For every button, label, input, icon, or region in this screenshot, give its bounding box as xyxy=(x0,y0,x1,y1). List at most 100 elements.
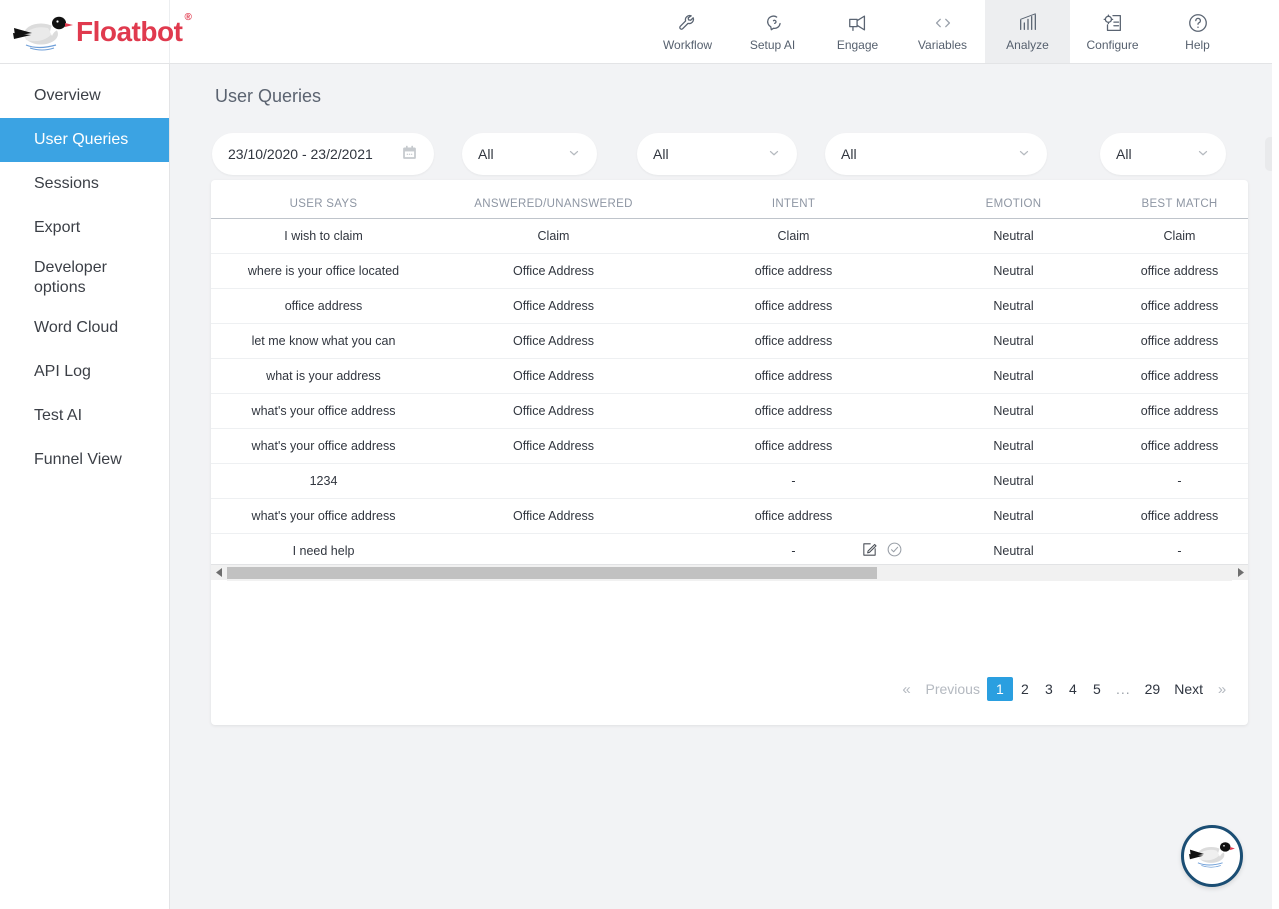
cell-emotion: Neutral xyxy=(916,254,1111,289)
chevron-down-icon[interactable] xyxy=(1196,146,1210,163)
table-row[interactable]: where is your office located Office Addr… xyxy=(211,254,1248,289)
page-scrollbar-gutter[interactable] xyxy=(1272,0,1279,909)
cell-best-match: Claim xyxy=(1111,219,1248,254)
question-circle-icon xyxy=(1187,12,1209,34)
sidebar-item-api-log[interactable]: API Log xyxy=(0,350,169,394)
topnav-label-engage: Engage xyxy=(837,39,878,51)
table-header-row: USER SAYS ANSWERED/UNANSWERED INTENT EMO… xyxy=(211,180,1248,219)
filter-select-1[interactable]: All xyxy=(462,133,597,175)
topnav-item-help[interactable]: Help xyxy=(1155,0,1240,63)
topnav-label-configure: Configure xyxy=(1086,39,1138,51)
user-queries-table: USER SAYS ANSWERED/UNANSWERED INTENT EMO… xyxy=(211,180,1248,569)
check-circle-icon[interactable] xyxy=(886,541,903,561)
column-header-intent[interactable]: INTENT xyxy=(671,180,916,219)
cell-user-says: office address xyxy=(211,289,436,324)
topnav-item-configure[interactable]: Configure xyxy=(1070,0,1155,63)
cell-emotion: Neutral xyxy=(916,499,1111,534)
pagination-prev-chevron[interactable]: « xyxy=(894,677,918,701)
cell-answered: Office Address xyxy=(436,394,671,429)
pagination-previous-button[interactable]: Previous xyxy=(918,677,986,701)
scroll-right-arrow-icon[interactable] xyxy=(1232,565,1248,581)
table-row[interactable]: what's your office address Office Addres… xyxy=(211,394,1248,429)
table-row[interactable]: what's your office address Office Addres… xyxy=(211,499,1248,534)
table-row[interactable]: 1234 - Neutral - xyxy=(211,464,1248,499)
pagination-page-4[interactable]: 4 xyxy=(1061,677,1085,701)
table-row[interactable]: what is your address Office Address offi… xyxy=(211,359,1248,394)
pagination-page-2[interactable]: 2 xyxy=(1013,677,1037,701)
table-header: USER SAYS ANSWERED/UNANSWERED INTENT EMO… xyxy=(211,180,1248,219)
cell-intent: office address xyxy=(671,499,916,534)
pagination-last-page[interactable]: 29 xyxy=(1138,677,1168,701)
chevron-down-icon[interactable] xyxy=(767,146,781,163)
topnav-label-analyze: Analyze xyxy=(1006,39,1049,51)
topnav-item-setup-ai[interactable]: Setup AI xyxy=(730,0,815,63)
cell-emotion: Neutral xyxy=(916,464,1111,499)
date-range-value: 23/10/2020 - 23/2/2021 xyxy=(228,146,373,162)
cell-answered: Office Address xyxy=(436,429,671,464)
filter-select-2[interactable]: All xyxy=(637,133,797,175)
topnav-item-variables[interactable]: Variables xyxy=(900,0,985,63)
table-row[interactable]: office address Office Address office add… xyxy=(211,289,1248,324)
brand-logo-area[interactable]: Floatbot ® xyxy=(0,0,170,63)
column-header-best-match[interactable]: BEST MATCH xyxy=(1111,180,1248,219)
column-header-emotion[interactable]: EMOTION xyxy=(916,180,1111,219)
topnav-item-workflow[interactable]: Workflow xyxy=(645,0,730,63)
table-row[interactable]: I wish to claim Claim Claim Neutral Clai… xyxy=(211,219,1248,254)
registered-mark: ® xyxy=(185,12,192,23)
sidebar-label-overview: Overview xyxy=(34,86,101,106)
table-body: I wish to claim Claim Claim Neutral Clai… xyxy=(211,219,1248,569)
cell-best-match: office address xyxy=(1111,359,1248,394)
cell-answered: Claim xyxy=(436,219,671,254)
filter-select-4[interactable]: All xyxy=(1100,133,1226,175)
sidebar-item-developer-options[interactable]: Developer options xyxy=(0,250,169,306)
cell-intent: office address xyxy=(671,359,916,394)
sidebar-item-sessions[interactable]: Sessions xyxy=(0,162,169,206)
cell-answered: Office Address xyxy=(436,324,671,359)
calendar-icon[interactable] xyxy=(401,144,418,164)
cell-best-match: office address xyxy=(1111,394,1248,429)
scroll-left-arrow-icon[interactable] xyxy=(211,565,227,581)
sidebar-item-export[interactable]: Export xyxy=(0,206,169,250)
column-header-answered[interactable]: ANSWERED/UNANSWERED xyxy=(436,180,671,219)
filter-select-3-value: All xyxy=(841,146,857,162)
cell-best-match: office address xyxy=(1111,254,1248,289)
table-row[interactable]: what's your office address Office Addres… xyxy=(211,429,1248,464)
pagination-page-1[interactable]: 1 xyxy=(987,677,1013,701)
chevron-down-icon[interactable] xyxy=(1017,146,1031,163)
cell-emotion: Neutral xyxy=(916,429,1111,464)
filter-select-4-value: All xyxy=(1116,146,1132,162)
cell-intent: office address xyxy=(671,429,916,464)
column-header-user-says[interactable]: USER SAYS xyxy=(211,180,436,219)
chevron-down-icon[interactable] xyxy=(567,146,581,163)
floatbot-bird-logo-icon xyxy=(12,12,74,52)
sidebar-item-word-cloud[interactable]: Word Cloud xyxy=(0,306,169,350)
sidebar-item-user-queries[interactable]: User Queries xyxy=(0,118,169,162)
table-horizontal-scrollbar[interactable] xyxy=(211,564,1248,580)
topnav-item-analyze[interactable]: Analyze xyxy=(985,0,1070,63)
topnav-item-engage[interactable]: Engage xyxy=(815,0,900,63)
date-range-picker[interactable]: 23/10/2020 - 23/2/2021 xyxy=(212,133,434,175)
cell-emotion: Neutral xyxy=(916,324,1111,359)
brand-name-text: Floatbot xyxy=(76,16,182,47)
pagination-page-5[interactable]: 5 xyxy=(1085,677,1109,701)
pagination-page-3[interactable]: 3 xyxy=(1037,677,1061,701)
table-row[interactable]: let me know what you can Office Address … xyxy=(211,324,1248,359)
edit-square-icon[interactable] xyxy=(861,541,878,561)
chat-widget-launcher[interactable] xyxy=(1181,825,1243,887)
filter-select-3[interactable]: All xyxy=(825,133,1047,175)
scrollbar-track[interactable] xyxy=(227,565,1232,581)
cell-emotion: Neutral xyxy=(916,394,1111,429)
pagination-next-chevron[interactable]: » xyxy=(1210,677,1234,701)
settings-doc-icon xyxy=(1102,12,1124,34)
sidebar-item-funnel-view[interactable]: Funnel View xyxy=(0,438,169,482)
scrollbar-thumb[interactable] xyxy=(227,567,877,579)
pagination-next-button[interactable]: Next xyxy=(1167,677,1210,701)
sidebar-label-sessions: Sessions xyxy=(34,174,99,194)
cell-user-says: where is your office located xyxy=(211,254,436,289)
top-navigation: Workflow Setup AI Engage xyxy=(645,0,1272,63)
sidebar-item-test-ai[interactable]: Test AI xyxy=(0,394,169,438)
sidebar-label-developer-options: Developer options xyxy=(34,258,155,298)
pagination-ellipsis: ... xyxy=(1109,677,1138,701)
sidebar-item-overview[interactable]: Overview xyxy=(0,74,169,118)
sidebar: Overview User Queries Sessions Export De… xyxy=(0,64,170,909)
